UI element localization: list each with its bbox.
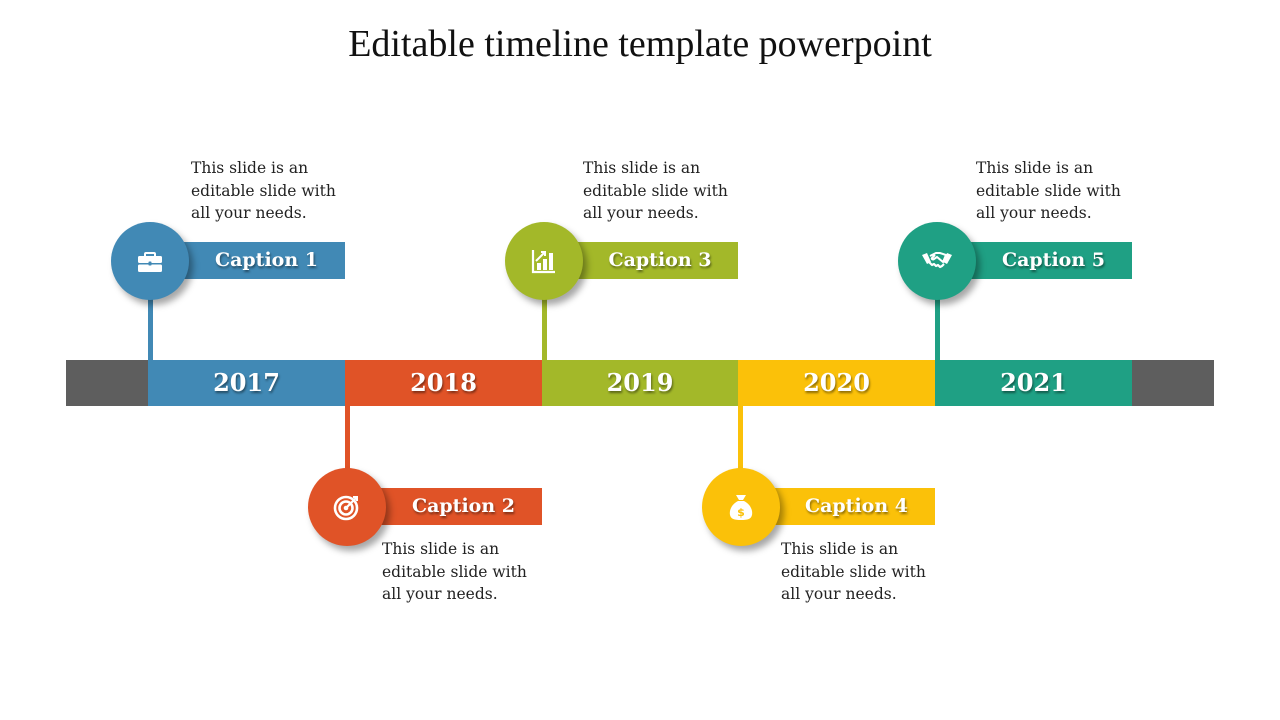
timeline-bar-left-end — [66, 360, 148, 406]
connector-line-2 — [345, 404, 350, 470]
connector-line-4 — [738, 404, 743, 470]
milestone-circle-4: $ — [702, 468, 780, 546]
milestone-circle-3 — [505, 222, 583, 300]
year-segment-2021: 2021 — [935, 360, 1132, 406]
year-segment-2018: 2018 — [345, 360, 542, 406]
milestone-description-5: This slide is an editable slide with all… — [976, 159, 1121, 222]
milestone-description-1: This slide is an editable slide with all… — [191, 159, 336, 222]
milestone-description-4: This slide is an editable slide with all… — [781, 540, 926, 603]
year-segment-2020: 2020 — [738, 360, 935, 406]
slide-title: Editable timeline template powerpoint — [348, 23, 932, 65]
milestone-circle-5 — [898, 222, 976, 300]
target-icon — [333, 495, 359, 521]
timeline-bar-right-end — [1132, 360, 1214, 406]
year-segment-2017: 2017 — [148, 360, 345, 406]
svg-text:$: $ — [737, 506, 745, 519]
growth-chart-icon — [531, 250, 555, 274]
briefcase-icon — [138, 252, 162, 272]
milestone-circle-2 — [308, 468, 386, 546]
milestone-circle-1 — [111, 222, 189, 300]
year-segment-2019: 2019 — [542, 360, 738, 406]
handshake-icon — [922, 252, 952, 269]
milestone-description-3: This slide is an editable slide with all… — [583, 159, 728, 222]
money-bag-icon: $ — [729, 495, 753, 520]
milestone-description-2: This slide is an editable slide with all… — [382, 540, 527, 603]
